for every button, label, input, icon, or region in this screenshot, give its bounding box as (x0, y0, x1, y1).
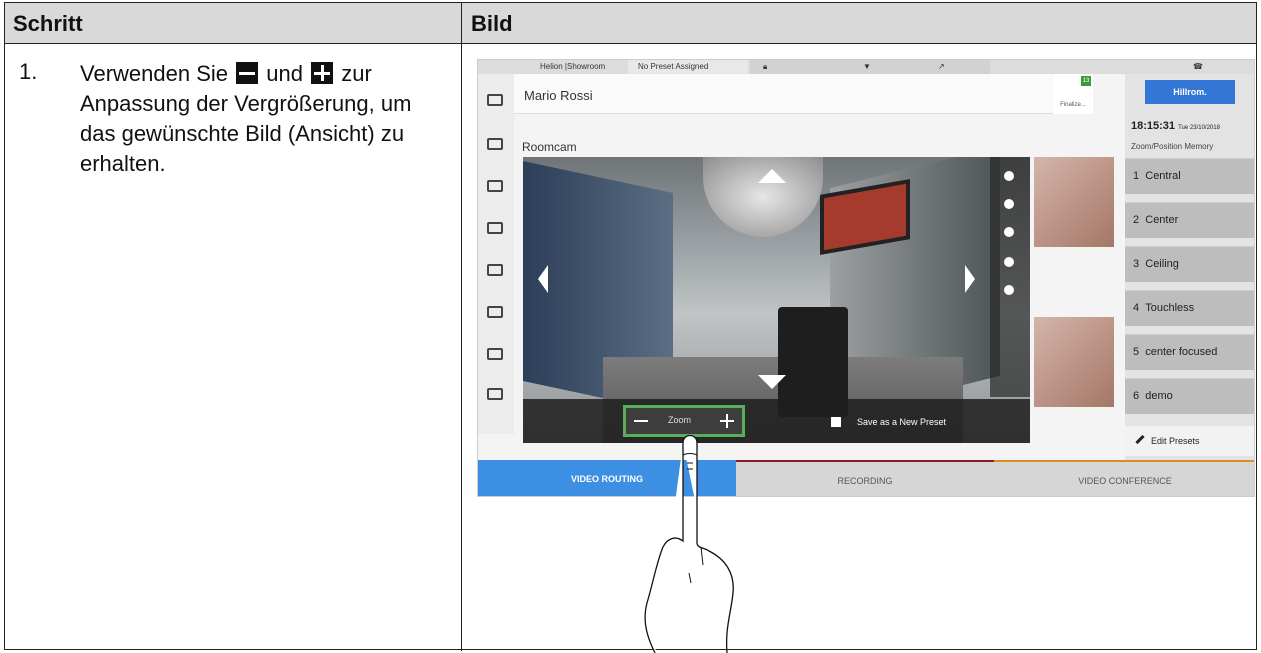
preset-item[interactable]: 3 Ceiling (1125, 246, 1254, 282)
pan-left-arrow-icon[interactable] (538, 265, 548, 293)
notification-badge: 13 (1081, 76, 1091, 86)
step-text-before: Verwenden Sie (80, 61, 228, 86)
preset-item[interactable]: 6 demo (1125, 378, 1254, 414)
expand-icon[interactable] (1004, 285, 1014, 295)
video-tools (990, 157, 1030, 397)
column-divider (461, 3, 462, 651)
phone-icon[interactable]: ☎ (1193, 62, 1203, 71)
tab-video-conference[interactable]: VIDEO CONFERENCE (994, 460, 1254, 496)
source-thumbnail[interactable] (1034, 157, 1114, 247)
minus-icon (236, 62, 259, 84)
pan-down-arrow-icon[interactable] (758, 375, 786, 389)
step-number: 1. (19, 59, 38, 84)
chevron-down-icon[interactable]: ▼ (863, 62, 871, 71)
time: 18:15:31 (1131, 120, 1176, 132)
edit-presets-button[interactable]: Edit Presets (1125, 426, 1254, 456)
patient-card-icon[interactable] (487, 94, 503, 106)
tab-recording[interactable]: RECORDING (736, 460, 994, 496)
display-icon[interactable] (487, 222, 503, 234)
source-thumbnail[interactable] (1034, 317, 1114, 407)
location-label: Helion |Showroom (540, 62, 606, 71)
step-text: Verwenden Sie und zur Anpassung der Verg… (80, 59, 452, 179)
preset-status: No Preset Assigned (638, 62, 709, 71)
broadcast-icon[interactable] (1004, 257, 1014, 267)
camera-snapshot-icon[interactable] (1004, 227, 1014, 237)
clock: 18:15:31 Tue 23/10/2018 (1131, 120, 1220, 132)
checklist-icon[interactable] (487, 138, 503, 150)
header-step: Schritt (13, 11, 83, 36)
lock-icon[interactable]: 🔒︎ (763, 62, 767, 72)
pan-up-arrow-icon[interactable] (758, 169, 786, 183)
finalize-label: Finalize... (1060, 102, 1086, 108)
pan-right-arrow-icon[interactable] (965, 265, 975, 293)
surgical-light-icon[interactable] (487, 306, 503, 318)
date: Tue 23/10/2018 (1178, 125, 1220, 131)
instruction-table: Schritt Bild 1. Verwenden Sie und zur An… (4, 2, 1257, 653)
left-toolbar (478, 74, 514, 434)
step-text-and: und (266, 61, 303, 86)
save-preset-button[interactable]: Save as a New Preset (857, 417, 946, 427)
table-header-row: Schritt Bild (5, 3, 1256, 44)
table-icon[interactable] (487, 348, 503, 360)
patient-row: Mario Rossi (514, 74, 1054, 114)
record-dot-icon[interactable] (1004, 199, 1014, 209)
minimize-icon[interactable] (1004, 171, 1014, 181)
source-thumbnails (1034, 157, 1114, 437)
header-image: Bild (471, 11, 513, 36)
zoom-out-button[interactable] (634, 420, 648, 422)
camera-title: Roomcam (522, 140, 577, 154)
patient-name: Mario Rossi (524, 88, 593, 103)
pointing-hand-illustration (644, 434, 734, 653)
memory-title: Zoom/Position Memory (1131, 142, 1214, 151)
preset-item[interactable]: 2 Center (1125, 202, 1254, 238)
camera-move-icon[interactable] (487, 388, 503, 400)
brand-logo: Hillrom. (1145, 80, 1235, 104)
preset-item[interactable]: 4 Touchless (1125, 290, 1254, 326)
layers-icon[interactable] (487, 180, 503, 192)
finalize-button[interactable]: 13 Finalize... (1053, 74, 1093, 114)
preset-item[interactable]: 1 Central (1125, 158, 1254, 194)
right-panel: Hillrom. 18:15:31 Tue 23/10/2018 Zoom/Po… (1125, 74, 1254, 460)
transfer-icon[interactable]: ↗ (938, 62, 945, 71)
preset-item[interactable]: 5 center focused (1125, 334, 1254, 370)
plus-icon (311, 62, 334, 84)
status-bar: Helion |Showroom No Preset Assigned 🔒︎ ▼… (478, 60, 1254, 74)
speaker-icon[interactable] (487, 264, 503, 276)
save-icon[interactable] (831, 417, 841, 427)
